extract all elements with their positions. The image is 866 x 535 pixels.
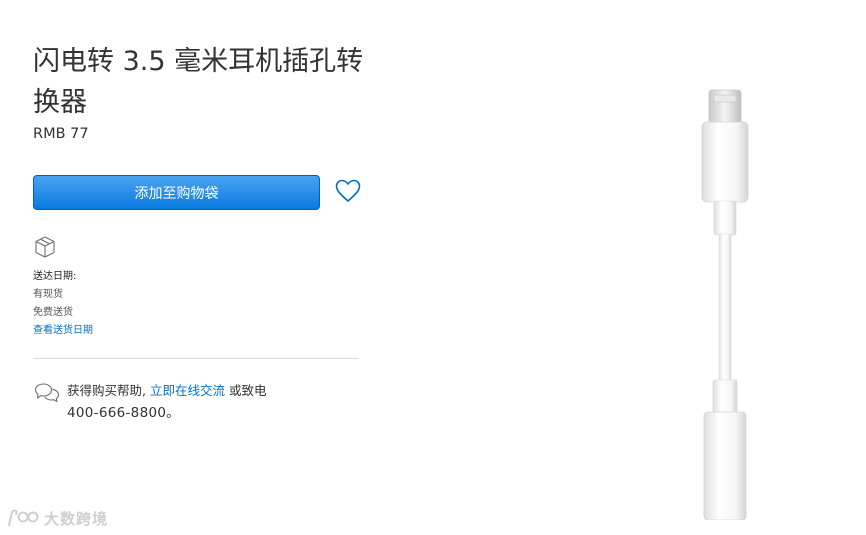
delivery-info: 送达日期: 有现货 免费送货 查看送货日期 (33, 268, 93, 340)
delivery-label: 送达日期: (33, 271, 77, 282)
product-price: RMB 77 (33, 126, 89, 142)
watermark-logo-icon (8, 509, 39, 526)
heart-icon[interactable] (334, 178, 362, 204)
help-prefix: 获得购买帮助, (67, 383, 146, 398)
live-chat-link[interactable]: 立即在线交流 (150, 383, 225, 398)
box-icon (35, 236, 55, 258)
stock-status: 有现货 (33, 289, 63, 300)
lightning-adapter-image (701, 89, 749, 520)
product-title: 闪电转 3.5 毫米耳机插孔转换器 (33, 46, 364, 118)
chat-bubbles-icon (34, 383, 60, 403)
section-divider (33, 358, 359, 359)
add-to-bag-button[interactable]: 添加至购物袋 (33, 175, 320, 210)
purchase-help: 获得购买帮助, 立即在线交流 或致电 400-666-8800。 (67, 380, 327, 424)
shipping-info: 免费送货 (33, 307, 73, 318)
help-phone: 400-666-8800。 (67, 405, 181, 421)
watermark-text: 大数跨境 (44, 509, 109, 528)
view-delivery-dates-link[interactable]: 查看送货日期 (33, 325, 93, 336)
help-middle: 或致电 (228, 383, 267, 398)
watermark: 大数跨境 (6, 507, 108, 529)
